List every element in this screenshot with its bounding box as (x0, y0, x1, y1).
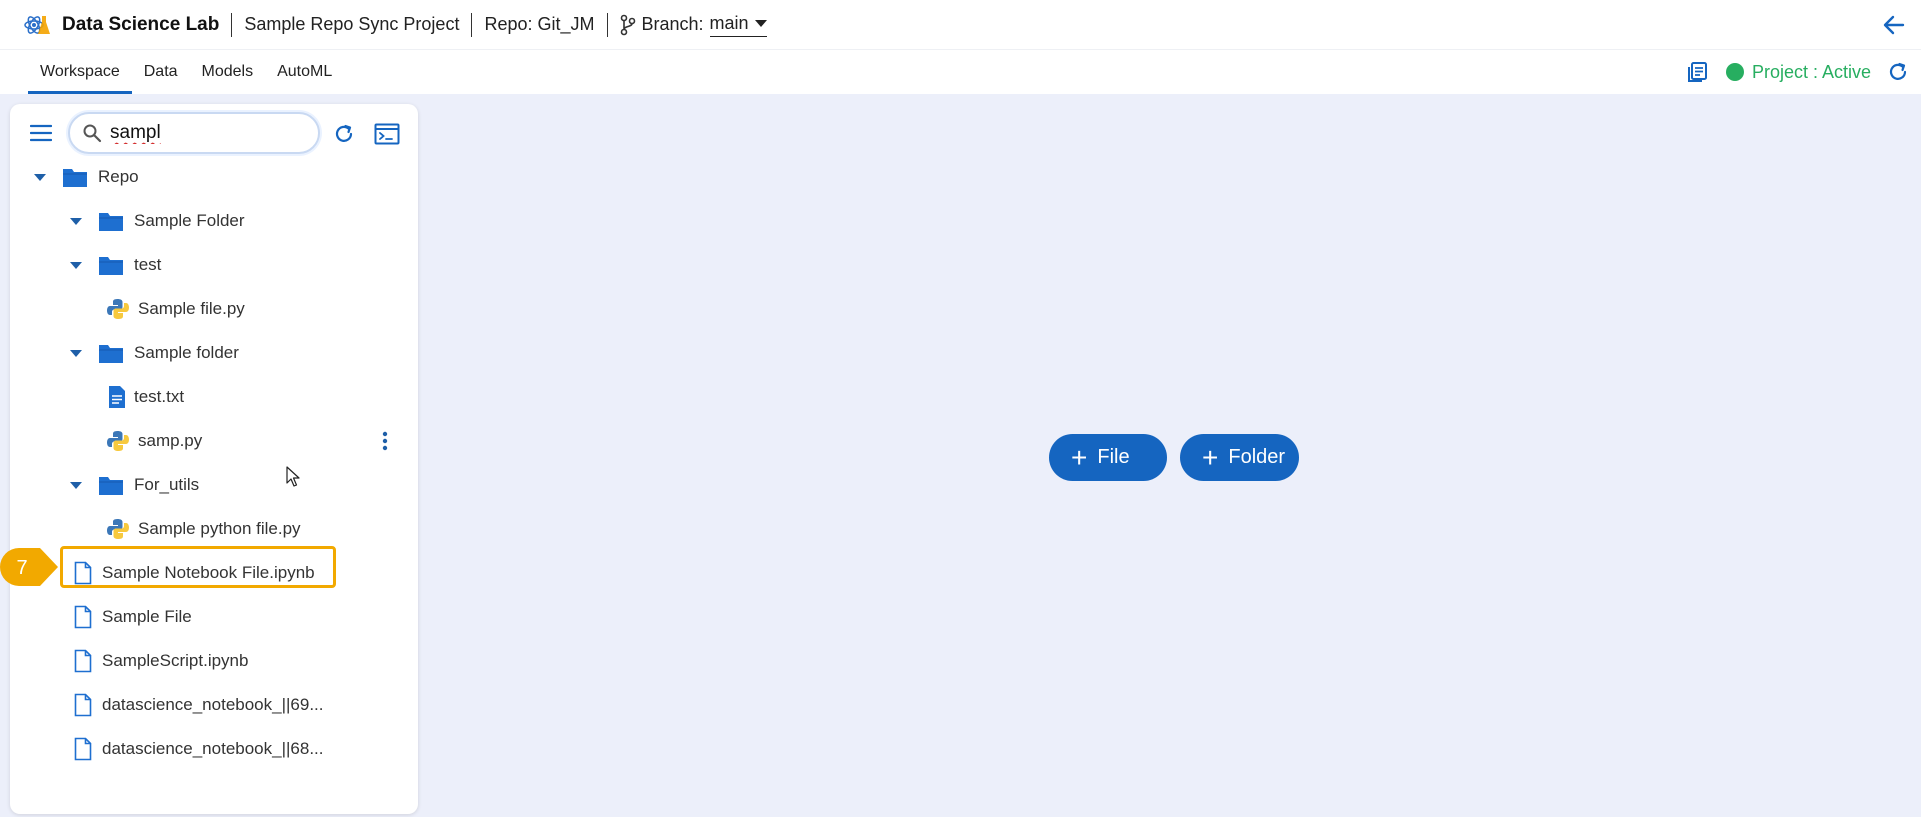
divider (231, 12, 233, 37)
file-icon (74, 693, 92, 717)
tree-item-repo[interactable]: Repo (34, 158, 139, 196)
tab-automl[interactable]: AutoML (265, 50, 344, 94)
python-file-icon (107, 299, 129, 319)
tab-models[interactable]: Models (190, 50, 266, 94)
tree-item-label: For_utils (134, 475, 200, 494)
top-bar: Data Science Lab Sample Repo Sync Projec… (0, 0, 1921, 50)
tree-item-sample-folder-2[interactable]: Sample folder (70, 334, 239, 372)
folder-icon (99, 257, 123, 275)
terminal-icon[interactable] (374, 122, 400, 146)
folder-icon (99, 477, 123, 495)
app-title: Data Science Lab (62, 13, 220, 35)
tree-item-sample-folder[interactable]: Sample Folder (70, 202, 245, 240)
file-icon (74, 649, 92, 673)
expand-caret-icon[interactable] (70, 349, 82, 357)
expand-caret-icon[interactable] (70, 481, 82, 489)
tree-item-for-utils[interactable]: For_utils (70, 466, 199, 504)
notes-icon[interactable] (1686, 60, 1710, 84)
search-icon (83, 124, 102, 143)
tree-item-label: samp.py (138, 431, 203, 450)
branch-label: Branch: (641, 14, 704, 34)
back-arrow-icon[interactable] (1881, 12, 1907, 38)
tree-item-datascience-notebook-68[interactable]: datascience_notebook_||68... (74, 730, 324, 768)
nav-bar: Workspace Data Models AutoML Project : A… (0, 50, 1921, 94)
python-file-icon (107, 519, 129, 539)
file-icon (74, 605, 92, 629)
project-status: Project : Active (1751, 61, 1871, 82)
search-input[interactable] (110, 122, 300, 144)
search-box[interactable] (68, 112, 320, 154)
tree-item-label: datascience_notebook_||68... (102, 739, 324, 758)
plus-icon: + (1071, 441, 1088, 473)
git-branch-icon (620, 14, 636, 36)
mouse-cursor-icon (286, 466, 300, 487)
add-file-label: File (1097, 446, 1130, 468)
file-icon (74, 737, 92, 761)
tree-item-label: Sample file.py (138, 299, 245, 318)
tree-item-label: Repo (98, 167, 139, 186)
tree-item-label: datascience_notebook_||69... (102, 695, 324, 714)
hamburger-menu-icon[interactable] (30, 124, 52, 142)
refresh-icon[interactable] (332, 122, 356, 146)
tree-item-sample-file-py[interactable]: Sample file.py (106, 290, 245, 328)
status-dot-icon (1725, 63, 1744, 81)
tree-item-label: Sample python file.py (138, 519, 301, 538)
divider (606, 12, 608, 37)
expand-caret-icon[interactable] (34, 173, 46, 181)
tree-item-label: test.txt (134, 387, 185, 406)
python-file-icon (107, 431, 129, 451)
refresh-project-icon[interactable] (1887, 61, 1909, 83)
tree-item-datascience-notebook-69[interactable]: datascience_notebook_||69... (74, 686, 324, 724)
caret-down-icon (754, 19, 767, 27)
add-file-button[interactable]: + File (1049, 434, 1167, 481)
add-folder-label: Folder (1228, 446, 1286, 468)
nav-right-controls: Project : Active (1686, 50, 1909, 94)
tree-item-label: SampleScript.ipynb (102, 651, 249, 670)
tree-item-samp-py[interactable]: samp.py (106, 422, 202, 460)
tree-item-sample-python-file[interactable]: Sample python file.py (106, 510, 301, 548)
tree-item-sample-file[interactable]: Sample File (74, 598, 192, 636)
file-explorer-panel: Repo Sample Folder test Sample file.py S… (10, 104, 418, 814)
project-name: Sample Repo Sync Project (244, 14, 460, 34)
divider (471, 12, 473, 37)
tree-item-label: Sample folder (134, 343, 239, 362)
plus-icon: + (1202, 441, 1219, 473)
tree-item-test-folder[interactable]: test (70, 246, 161, 284)
folder-icon (99, 345, 123, 363)
expand-caret-icon[interactable] (70, 261, 82, 269)
add-folder-button[interactable]: + Folder (1180, 434, 1299, 481)
tree-item-label: test (134, 255, 162, 274)
branch-selector[interactable]: main (709, 12, 767, 37)
repo-name: Repo: Git_JM (484, 14, 595, 34)
text-file-icon (109, 386, 125, 408)
tab-workspace[interactable]: Workspace (28, 50, 132, 94)
tree-item-label: Sample Folder (134, 211, 245, 230)
tree-item-samplescript[interactable]: SampleScript.ipynb (74, 642, 248, 680)
expand-caret-icon[interactable] (70, 217, 82, 225)
data-science-lab-logo-icon (20, 8, 54, 42)
step-badge: 7 (0, 548, 58, 586)
tree-item-label: Sample File (102, 607, 192, 626)
step-number: 7 (16, 557, 27, 579)
tab-data[interactable]: Data (132, 50, 190, 94)
explorer-toolbar (10, 104, 418, 160)
tree-item-test-txt[interactable]: test.txt (108, 378, 184, 416)
step-highlight-box (60, 546, 336, 588)
branch-value: main (709, 12, 749, 33)
more-options-icon[interactable] (382, 431, 388, 451)
folder-icon (63, 169, 87, 187)
folder-icon (99, 213, 123, 231)
